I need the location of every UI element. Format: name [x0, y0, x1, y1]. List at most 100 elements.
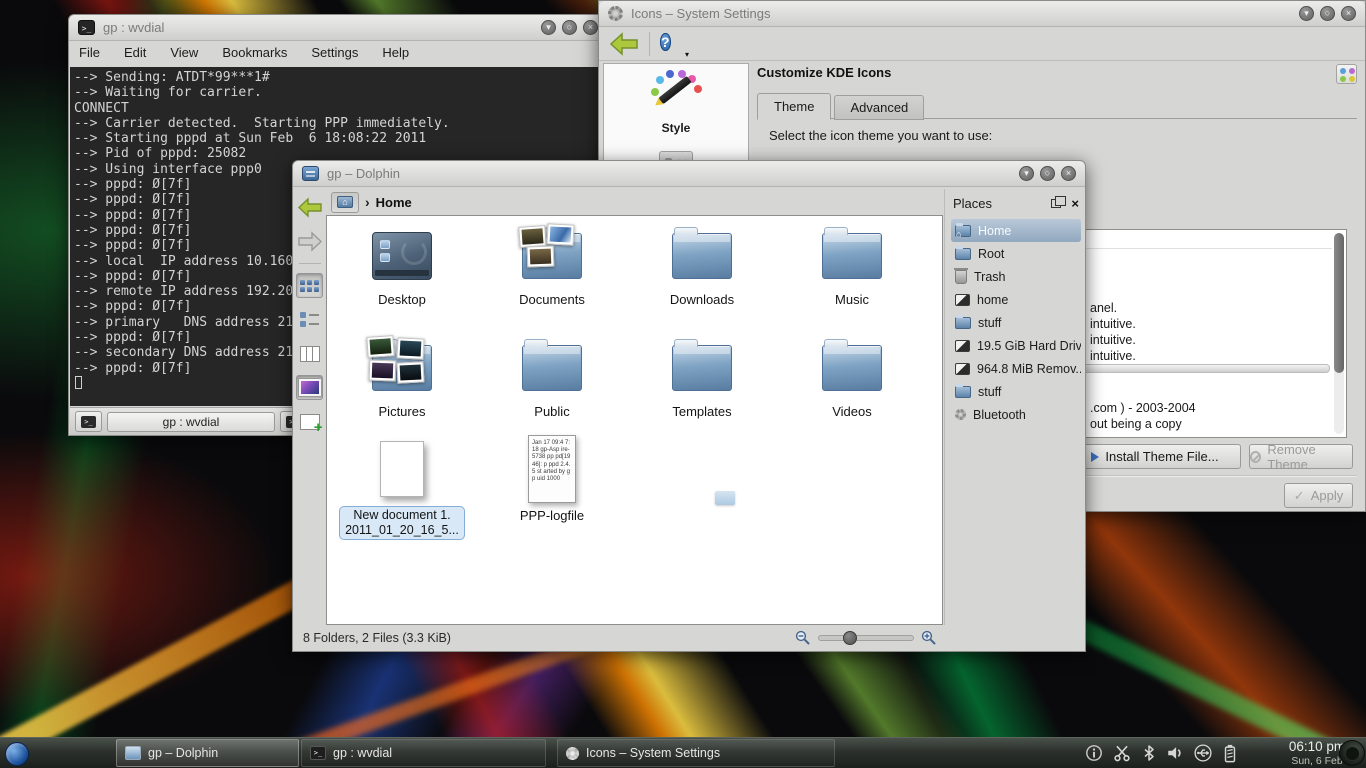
- help-button[interactable]: ? ▾: [660, 31, 686, 57]
- battery-tray-icon[interactable]: [1222, 744, 1238, 763]
- dot: [1349, 76, 1355, 82]
- selected-file-label: New document 1. 2011_01_20_16_5...: [339, 506, 465, 540]
- file-item-documents[interactable]: Documents: [477, 224, 627, 307]
- file-item-downloads[interactable]: Downloads: [627, 224, 777, 307]
- klipper-scissors-icon[interactable]: [1112, 744, 1132, 762]
- menu-file[interactable]: File: [79, 45, 100, 60]
- back-button[interactable]: [296, 195, 323, 220]
- zoom-out-icon[interactable]: [795, 630, 811, 646]
- menu-bookmarks[interactable]: Bookmarks: [222, 45, 287, 60]
- dolphin-titlebar[interactable]: gp – Dolphin ▾ ○ ×: [293, 161, 1085, 187]
- breadcrumb-home-button[interactable]: ⌂: [331, 192, 359, 213]
- place-item-hard-drive[interactable]: 19.5 GiB Hard Drive: [951, 334, 1081, 357]
- file-item-templates[interactable]: Templates: [627, 336, 777, 419]
- tab-advanced[interactable]: Advanced: [834, 95, 924, 120]
- terminal-line: --> Starting pppd at Sun Feb 6 18:08:22 …: [74, 131, 606, 146]
- terminal-tab[interactable]: gp : wvdial: [107, 412, 275, 432]
- menu-edit[interactable]: Edit: [124, 45, 146, 60]
- volume-tray-icon[interactable]: [1166, 744, 1184, 762]
- scrollbar[interactable]: [1334, 233, 1344, 434]
- place-item-stuff[interactable]: stuff: [951, 311, 1081, 334]
- terminal-titlebar[interactable]: >_ gp : wvdial ▾ ○ ×: [69, 15, 607, 41]
- device-notifier-usb-icon[interactable]: [1193, 744, 1213, 762]
- menu-settings[interactable]: Settings: [311, 45, 358, 60]
- sidebar-item-style[interactable]: Style: [604, 64, 748, 135]
- place-item-bluetooth[interactable]: Bluetooth: [951, 403, 1081, 426]
- file-label: Public: [477, 404, 627, 419]
- place-item-root[interactable]: Root: [951, 242, 1081, 265]
- file-item-pictures[interactable]: Pictures: [327, 336, 477, 419]
- terminal-line: --> Carrier detected. Starting PPP immed…: [74, 116, 606, 131]
- tab-theme[interactable]: Theme: [757, 93, 831, 120]
- breadcrumb: ⌂ › Home: [327, 189, 943, 215]
- bluetooth-tray-icon[interactable]: [1141, 744, 1157, 762]
- menu-help[interactable]: Help: [382, 45, 409, 60]
- terminal-icon: >_: [81, 416, 96, 428]
- apply-button[interactable]: ✓ Apply: [1284, 483, 1353, 508]
- zoom-slider[interactable]: [818, 635, 914, 641]
- place-item-removable[interactable]: 964.8 MiB Remov...: [951, 357, 1081, 380]
- folder-icon: [672, 345, 732, 391]
- install-theme-button[interactable]: Install Theme File...: [1069, 444, 1241, 469]
- back-arrow-icon[interactable]: [609, 32, 639, 56]
- float-panel-icon[interactable]: [1051, 199, 1061, 208]
- settings-titlebar[interactable]: Icons – System Settings ▾ ○ ×: [599, 1, 1365, 27]
- breadcrumb-home[interactable]: Home: [376, 195, 412, 210]
- maximize-button[interactable]: ○: [1040, 166, 1055, 181]
- maximize-button[interactable]: ○: [1320, 6, 1335, 21]
- scrollbar-thumb[interactable]: [1334, 233, 1344, 373]
- taskbar-task-dolphin[interactable]: gp – Dolphin: [116, 739, 299, 767]
- file-item-videos[interactable]: Videos: [777, 336, 927, 419]
- minimize-button[interactable]: ▾: [1299, 6, 1314, 21]
- taskbar-task-system-settings[interactable]: Icons – System Settings: [557, 739, 835, 767]
- terminal-line: CONNECT: [74, 101, 606, 116]
- file-item-desktop[interactable]: Desktop: [327, 224, 477, 307]
- columns-view-button[interactable]: [296, 341, 323, 366]
- plasma-cashew-icon[interactable]: [1339, 740, 1365, 766]
- close-button[interactable]: ×: [583, 20, 598, 35]
- kde-launcher-icon: [5, 742, 29, 766]
- toolbar-separator: [299, 263, 321, 264]
- new-tab-button[interactable]: >_: [75, 411, 102, 432]
- places-panel: Places × ⌂ Home Root Trash home: [944, 189, 1085, 625]
- menu-view[interactable]: View: [170, 45, 198, 60]
- forward-button[interactable]: [296, 229, 323, 254]
- file-item-public[interactable]: Public: [477, 336, 627, 419]
- file-item-music[interactable]: Music: [777, 224, 927, 307]
- remove-theme-button[interactable]: Remove Theme: [1249, 444, 1353, 469]
- place-item-home[interactable]: ⌂ Home: [951, 219, 1081, 242]
- close-button[interactable]: ×: [1061, 166, 1076, 181]
- file-item-ppp-logfile[interactable]: Jan 17 09:4 7:18 gp-Asp ire-5738 pp pd[1…: [477, 434, 627, 523]
- minimize-button[interactable]: ▾: [541, 20, 556, 35]
- page-title: Customize KDE Icons: [757, 65, 891, 80]
- sidebar-item-label: Style: [604, 121, 748, 135]
- zoom-slider-handle[interactable]: [843, 631, 857, 645]
- minimize-button[interactable]: ▾: [1019, 166, 1034, 181]
- file-item-new-document[interactable]: New document 1. 2011_01_20_16_5...: [327, 434, 477, 540]
- taskbar-task-wvdial[interactable]: >_ gp : wvdial: [301, 739, 546, 767]
- status-text: 8 Folders, 2 Files (3.3 KiB): [303, 631, 451, 645]
- dolphin-file-view[interactable]: Desktop Documents Downloads Music: [326, 215, 943, 625]
- icon-theme-prompt: Select the icon theme you want to use:: [769, 128, 992, 143]
- split-view-button[interactable]: [296, 409, 323, 434]
- place-item-trash[interactable]: Trash: [951, 265, 1081, 288]
- maximize-button[interactable]: ○: [562, 20, 577, 35]
- details-view-button[interactable]: [296, 307, 323, 332]
- app-launcher-button[interactable]: [3, 740, 31, 767]
- place-item-stuff-2[interactable]: stuff: [951, 380, 1081, 403]
- details-view-icon: [300, 312, 319, 327]
- preview-toggle-button[interactable]: [296, 375, 323, 400]
- place-item-home-partition[interactable]: home: [951, 288, 1081, 311]
- desktop-folder-icon: [372, 232, 432, 280]
- home-folder-icon: ⌂: [337, 196, 353, 208]
- preview-icon: [299, 379, 321, 396]
- close-button[interactable]: ×: [1341, 6, 1356, 21]
- close-panel-icon[interactable]: ×: [1071, 199, 1079, 209]
- terminal-icon: >_: [310, 746, 326, 760]
- info-tray-icon[interactable]: [1085, 744, 1103, 762]
- terminal-line: --> Waiting for carrier.: [74, 85, 606, 100]
- zoom-in-icon[interactable]: [921, 630, 937, 646]
- file-label: Documents: [477, 292, 627, 307]
- icons-view-button[interactable]: [296, 273, 323, 298]
- overview-grid-button[interactable]: [1336, 64, 1357, 84]
